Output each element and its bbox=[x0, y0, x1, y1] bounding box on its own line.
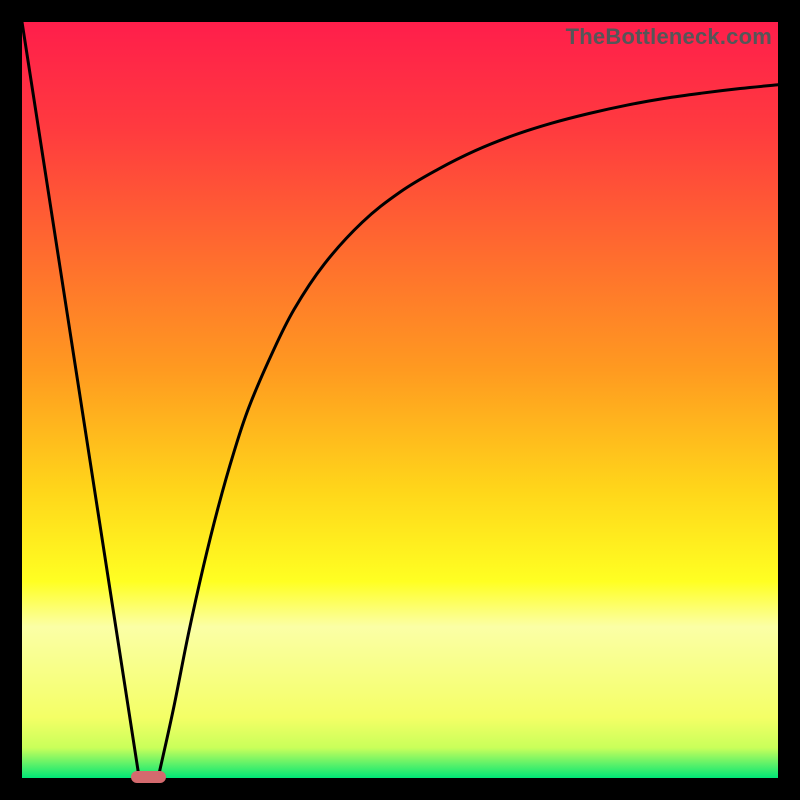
series-right-branch bbox=[158, 85, 778, 778]
bottleneck-curve bbox=[22, 22, 778, 778]
plot-area: TheBottleneck.com bbox=[22, 22, 778, 778]
series-left-branch bbox=[22, 22, 139, 778]
optimal-point-marker bbox=[131, 771, 167, 782]
chart-frame: TheBottleneck.com bbox=[0, 0, 800, 800]
